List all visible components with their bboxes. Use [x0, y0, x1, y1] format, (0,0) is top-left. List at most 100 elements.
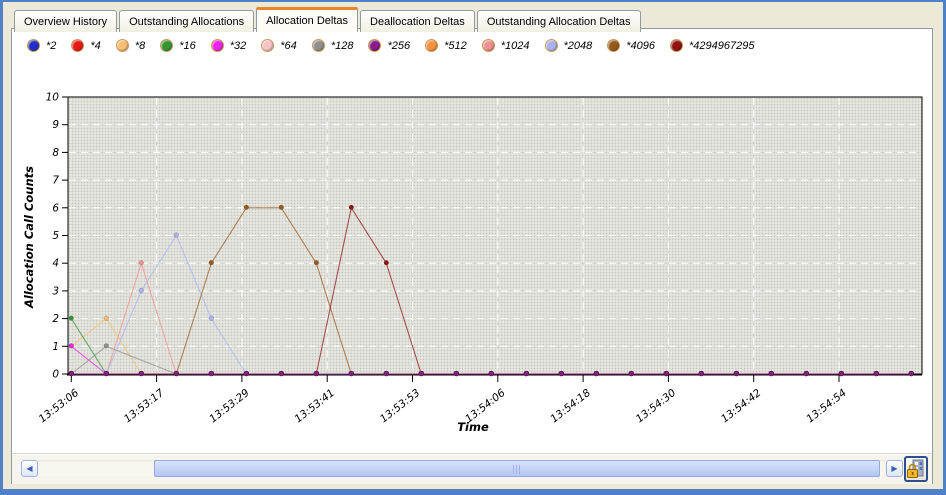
legend-color-dot — [607, 39, 620, 52]
series-point-256 — [174, 371, 179, 376]
scrollbar-right-arrow-button[interactable]: ▶ — [886, 460, 903, 477]
series-line-128 — [71, 346, 911, 374]
legend-label: *4096 — [626, 40, 655, 52]
allocation-chart: 01234567891013:53:0613:53:1713:53:2913:5… — [3, 87, 946, 447]
series-point-256 — [489, 371, 494, 376]
series-point-256 — [454, 371, 459, 376]
series-point-256 — [594, 371, 599, 376]
y-tick-label: 9 — [52, 119, 59, 131]
legend-item-256: *256 — [368, 39, 410, 52]
legend-label: *1024 — [501, 40, 530, 52]
series-point-256 — [699, 371, 704, 376]
legend-item-8: *8 — [116, 39, 145, 52]
y-tick-label: 5 — [52, 230, 59, 242]
legend-item-1024: *1024 — [482, 39, 530, 52]
scrollbar-left-arrow-button[interactable]: ◀ — [21, 460, 38, 477]
right-arrow-icon: ▶ — [891, 464, 897, 473]
legend-item-2: *2 — [27, 39, 56, 52]
legend-label: *16 — [179, 40, 196, 52]
series-point-32 — [69, 344, 74, 349]
tab-allocation-deltas[interactable]: Allocation Deltas — [256, 7, 358, 32]
series-point-256 — [314, 371, 319, 376]
legend-label: *4294967295 — [689, 40, 754, 52]
legend-label: *256 — [387, 40, 410, 52]
legend-label: *2048 — [564, 40, 593, 52]
profiler-graph-window: Overview HistoryOutstanding AllocationsA… — [0, 0, 946, 495]
legend-label: *4 — [90, 40, 100, 52]
legend-color-dot — [261, 39, 274, 52]
series-line-32 — [71, 346, 911, 374]
series-point-256 — [524, 371, 529, 376]
series-point-1024 — [139, 260, 144, 265]
series-point-256 — [209, 371, 214, 376]
legend-item-4294967295: *4294967295 — [670, 39, 754, 52]
x-tick-label: 13:54:54 — [804, 387, 849, 425]
series-point-256 — [734, 371, 739, 376]
legend-item-128: *128 — [312, 39, 354, 52]
legend-color-dot — [71, 39, 84, 52]
y-tick-label: 2 — [52, 313, 59, 325]
scrollbar-row: ◀ ▶ — [12, 453, 932, 484]
series-point-256 — [804, 371, 809, 376]
legend-item-16: *16 — [160, 39, 196, 52]
legend-item-4096: *4096 — [607, 39, 655, 52]
legend-color-dot — [160, 39, 173, 52]
y-tick-label: 3 — [52, 285, 59, 297]
legend-color-dot — [368, 39, 381, 52]
legend-color-dot — [670, 39, 683, 52]
legend-item-32: *32 — [211, 39, 247, 52]
series-point-256 — [104, 371, 109, 376]
legend-label: *128 — [331, 40, 354, 52]
series-point-256 — [629, 371, 634, 376]
series-point-16 — [69, 316, 74, 321]
series-point-256 — [384, 371, 389, 376]
series-point-4096 — [209, 260, 214, 265]
series-point-256 — [664, 371, 669, 376]
series-line-2048 — [71, 236, 911, 375]
y-tick-label: 7 — [52, 175, 59, 187]
tab-deallocation-deltas[interactable]: Deallocation Deltas — [360, 10, 475, 32]
legend-color-dot — [27, 39, 40, 52]
chart-legend: *2*4*8*16*32*64*128*256*512*1024*2048*40… — [27, 39, 755, 52]
legend-label: *8 — [135, 40, 145, 52]
series-point-256 — [874, 371, 879, 376]
x-tick-label: 13:54:30 — [634, 387, 679, 426]
x-tick-label: 13:53:29 — [207, 387, 252, 426]
scrollbar-grip — [513, 465, 521, 474]
legend-item-512: *512 — [425, 39, 467, 52]
y-tick-label: 1 — [52, 341, 59, 353]
series-point-128 — [104, 344, 109, 349]
series-point-2048 — [174, 233, 179, 238]
legend-color-dot — [211, 39, 224, 52]
legend-color-dot — [116, 39, 129, 52]
x-tick-label: 13:53:06 — [37, 387, 82, 426]
x-tick-label: 13:54:42 — [719, 387, 764, 426]
series-point-256 — [559, 371, 564, 376]
series-point-256 — [139, 371, 144, 376]
legend-color-dot — [545, 39, 558, 52]
legend-label: *32 — [230, 40, 247, 52]
scrollbar-thumb[interactable] — [154, 460, 880, 477]
tab-outstanding-allocations[interactable]: Outstanding Allocations — [119, 10, 254, 32]
y-tick-label: 4 — [52, 258, 59, 270]
y-tick-label: 8 — [52, 147, 59, 159]
tab-overview-history[interactable]: Overview History — [14, 10, 117, 32]
legend-color-dot — [425, 39, 438, 52]
series-point-256 — [244, 371, 249, 376]
series-point-4096 — [279, 205, 284, 210]
series-point-256 — [349, 371, 354, 376]
x-axis-title: Time — [457, 420, 489, 434]
y-axis-title: Allocation Call Counts — [22, 166, 36, 309]
legend-item-2048: *2048 — [545, 39, 593, 52]
zoom-lock-button[interactable] — [904, 456, 928, 482]
series-point-256 — [839, 371, 844, 376]
series-point-256 — [69, 371, 74, 376]
x-tick-label: 13:53:53 — [378, 387, 423, 425]
x-tick-label: 13:53:17 — [122, 387, 167, 426]
tab-strip: Overview HistoryOutstanding AllocationsA… — [14, 7, 641, 32]
series-point-8 — [104, 316, 109, 321]
legend-label: *512 — [444, 40, 467, 52]
legend-label: *2 — [46, 40, 56, 52]
tab-outstanding-allocation-deltas[interactable]: Outstanding Allocation Deltas — [477, 10, 641, 32]
legend-color-dot — [312, 39, 325, 52]
